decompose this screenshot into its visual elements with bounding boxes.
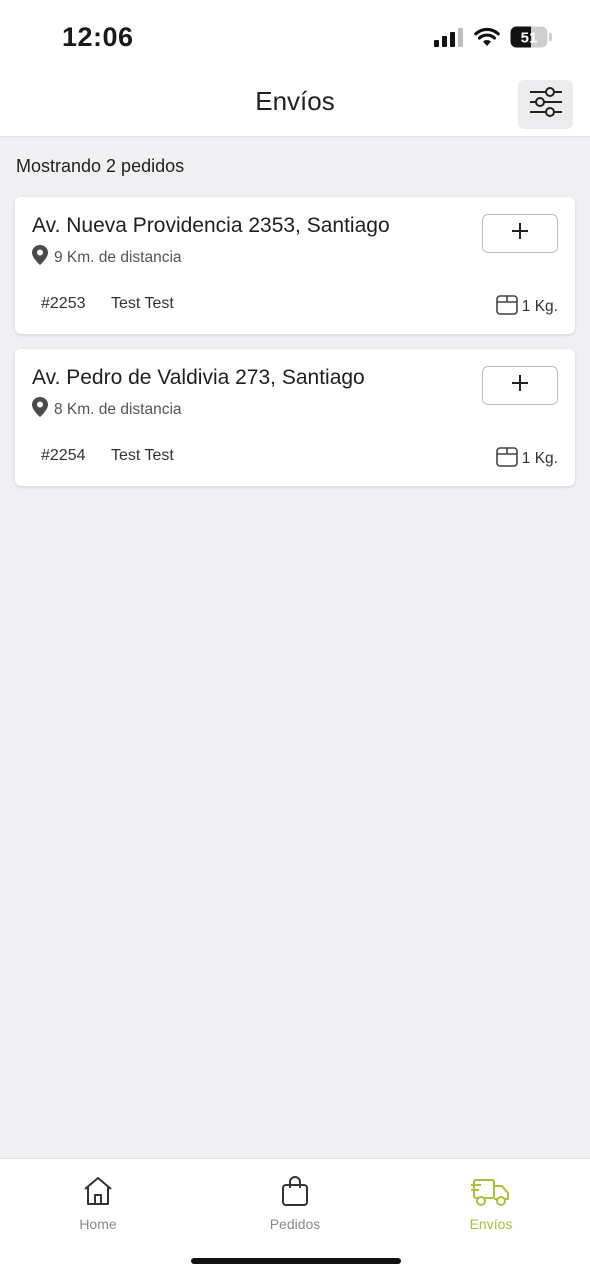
status-icons: 51 [434, 26, 552, 48]
nav-item-envios[interactable]: Envíos [431, 1175, 551, 1232]
wifi-icon [474, 27, 500, 47]
order-customer: Test Test [111, 295, 174, 312]
order-distance: 9 Km. de distancia [32, 245, 182, 270]
nav-label: Envíos [469, 1216, 513, 1232]
home-indicator[interactable] [191, 1258, 401, 1264]
order-weight: 1 Kg. [495, 445, 558, 472]
location-pin-icon [32, 397, 48, 422]
distance-text: 9 Km. de distancia [54, 248, 182, 266]
add-order-button[interactable] [482, 366, 558, 405]
nav-item-home[interactable]: Home [38, 1175, 158, 1232]
order-address: Av. Nueva Providencia 2353, Santiago [32, 214, 390, 237]
status-bar: 12:06 51 [0, 0, 590, 72]
battery-level: 51 [521, 30, 538, 47]
sliders-icon [529, 86, 563, 123]
nav-label: Pedidos [269, 1216, 321, 1232]
weight-text: 1 Kg. [521, 297, 558, 315]
delivery-truck-icon [471, 1175, 511, 1212]
order-distance: 8 Km. de distancia [32, 397, 182, 422]
add-order-button[interactable] [482, 214, 558, 253]
order-id: #2254 [41, 447, 86, 464]
distance-text: 8 Km. de distancia [54, 400, 182, 418]
location-pin-icon [32, 245, 48, 270]
result-count: Mostrando 2 pedidos [16, 156, 185, 176]
nav-item-pedidos[interactable]: Pedidos [235, 1175, 355, 1232]
order-card[interactable]: Av. Nueva Providencia 2353, Santiago 9 K… [15, 197, 575, 334]
order-customer: Test Test [111, 447, 174, 464]
status-time: 12:06 [62, 22, 134, 52]
order-card[interactable]: Av. Pedro de Valdivia 273, Santiago 8 Km… [15, 349, 575, 486]
package-box-icon [495, 445, 518, 472]
order-address: Av. Pedro de Valdivia 273, Santiago [32, 366, 365, 389]
home-icon [81, 1175, 115, 1212]
cellular-signal-icon [434, 27, 464, 47]
weight-text: 1 Kg. [521, 449, 558, 467]
package-box-icon [495, 293, 518, 320]
battery-icon: 51 [510, 26, 552, 48]
order-weight: 1 Kg. [495, 293, 558, 320]
plus-icon [511, 222, 529, 245]
header: Envíos [0, 72, 590, 137]
order-id: #2253 [41, 295, 86, 312]
filter-button[interactable] [518, 80, 573, 129]
nav-label: Home [79, 1216, 117, 1232]
plus-icon [511, 374, 529, 397]
page-title: Envíos [255, 86, 335, 116]
shopping-bag-icon [278, 1175, 312, 1212]
